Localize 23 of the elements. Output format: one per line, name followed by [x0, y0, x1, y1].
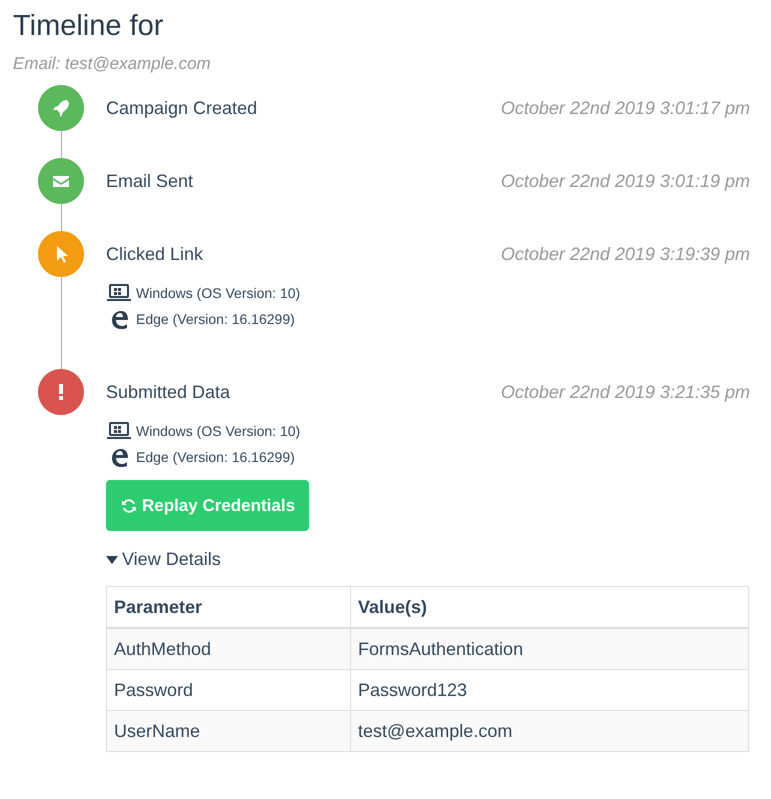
event-label: Clicked Link: [106, 244, 204, 264]
view-details-toggle[interactable]: View Details: [106, 549, 750, 570]
event-time: October 22nd 2019 3:01:17 pm: [500, 98, 750, 118]
os-info: Windows (OS Version: 10): [136, 423, 300, 439]
browser-info: Edge (Version: 16.16299): [136, 311, 295, 327]
table-cell: AuthMethod: [106, 628, 350, 670]
event-time: October 22nd 2019 3:21:35 pm: [500, 382, 750, 402]
table-cell: FormsAuthentication: [350, 628, 748, 670]
os-info: Windows (OS Version: 10): [136, 285, 300, 301]
laptop-icon: [106, 421, 132, 441]
refresh-icon: [120, 496, 138, 514]
event-time: October 22nd 2019 3:01:19 pm: [500, 170, 750, 192]
event-label: Submitted Data: [106, 382, 230, 402]
table-cell: test@example.com: [350, 710, 748, 752]
email-subtitle: Email: test@example.com: [13, 54, 212, 74]
event-label: Email Sent: [106, 170, 194, 192]
table-cell: UserName: [106, 710, 350, 752]
event-label: Campaign Created: [106, 98, 258, 118]
page-title: Timeline for: [13, 9, 164, 44]
event-time: October 22nd 2019 3:19:39 pm: [500, 244, 750, 264]
browser-info: Edge (Version: 16.16299): [136, 449, 295, 465]
caret-icon: [106, 556, 118, 564]
laptop-icon: [106, 283, 132, 303]
